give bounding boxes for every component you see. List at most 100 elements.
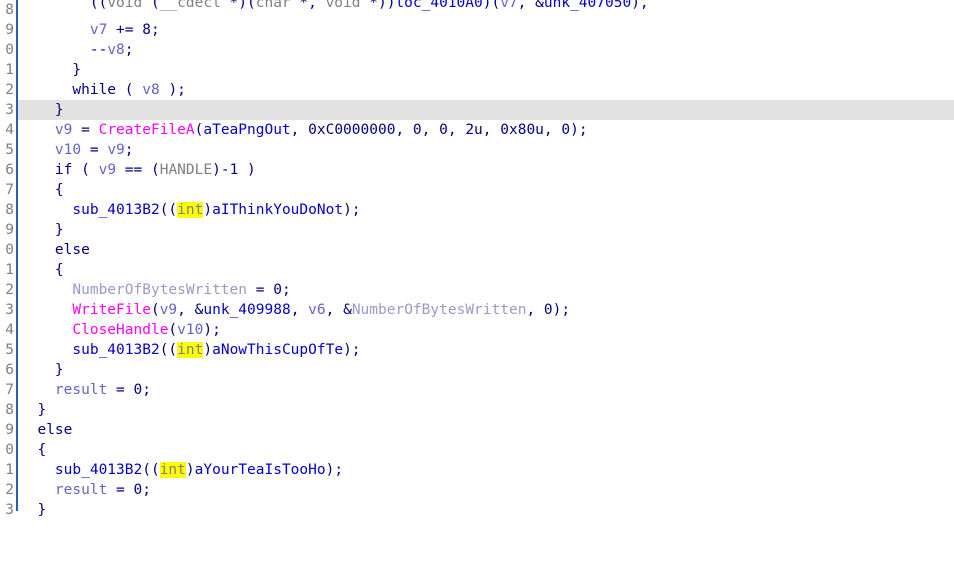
code-token-var[interactable]: NumberOfBytesWritten: [352, 302, 527, 318]
code-token-api[interactable]: CreateFileA: [99, 122, 195, 138]
code-line[interactable]: 9 else: [0, 420, 954, 440]
code-line[interactable]: 7 result = 0;: [0, 380, 954, 400]
code-token: =: [107, 382, 134, 398]
code-token-data[interactable]: unk_407050: [544, 0, 631, 11]
code-token: , &: [177, 302, 204, 318]
code-token: ,: [290, 122, 309, 138]
code-token-var[interactable]: v9: [55, 122, 72, 138]
code-line[interactable]: 1 }: [0, 60, 954, 80]
code-token: }: [20, 402, 47, 418]
code-line[interactable]: 1 {: [0, 260, 954, 280]
selected-token-int[interactable]: int: [159, 462, 186, 478]
code-line[interactable]: 0 {: [0, 440, 954, 460]
code-token-loc[interactable]: loc_4010A0: [395, 0, 482, 11]
code-token: }: [20, 222, 64, 238]
code-token-var[interactable]: v10: [55, 142, 81, 158]
line-number: 1: [5, 262, 14, 278]
line-number: 1: [5, 462, 14, 478]
code-token: ,: [482, 122, 501, 138]
code-line[interactable]: 6 }: [0, 360, 954, 380]
code-line[interactable]: 8 ((void (__cdecl *)(char *, void *))loc…: [0, 0, 954, 20]
selected-token-int[interactable]: int: [177, 342, 204, 358]
code-line[interactable]: 6 if ( v9 == (HANDLE)-1 ): [0, 160, 954, 180]
code-token-sub[interactable]: sub_4013B2: [72, 202, 159, 218]
code-line[interactable]: 9 v7 += 8;: [0, 20, 954, 40]
code-line[interactable]: 0 else: [0, 240, 954, 260]
code-line[interactable]: 2 result = 0;: [0, 480, 954, 500]
code-line[interactable]: 5 sub_4013B2((int)aNowThisCupOfTe);: [0, 340, 954, 360]
code-token-data[interactable]: unk_409988: [203, 302, 290, 318]
code-token: }: [20, 502, 47, 518]
code-token: ),: [631, 0, 649, 11]
code-token-var[interactable]: v8: [107, 42, 124, 58]
code-line[interactable]: 4 v9 = CreateFileA(aTeaPngOut, 0xC000000…: [0, 120, 954, 140]
code-token: ;: [281, 282, 291, 298]
line-text: else: [20, 240, 90, 260]
code-token-string-ref[interactable]: aIThinkYouDoNot: [212, 202, 343, 218]
code-token-var[interactable]: v6: [308, 302, 325, 318]
code-token-type: void: [107, 0, 143, 11]
code-token-var[interactable]: result: [55, 482, 107, 498]
code-token-sub[interactable]: sub_4013B2: [72, 342, 159, 358]
code-token-api[interactable]: CloseHandle: [72, 322, 168, 338]
line-text: sub_4013B2((int)aIThinkYouDoNot);: [20, 200, 361, 220]
selected-token-int[interactable]: int: [177, 202, 204, 218]
line-text: v9 = CreateFileA(aTeaPngOut, 0xC0000000,…: [20, 120, 588, 140]
code-token-num: 8: [142, 22, 151, 38]
code-token-sub[interactable]: sub_4013B2: [55, 462, 142, 478]
code-token: ): [203, 342, 213, 358]
code-token: );: [343, 202, 361, 218]
code-token-num: 0: [561, 122, 571, 138]
code-token-var[interactable]: v9: [160, 302, 177, 318]
code-token-num: 1: [229, 162, 239, 178]
code-line[interactable]: 3 WriteFile(v9, &unk_409988, v6, &Number…: [0, 300, 954, 320]
code-token-num: 0: [273, 282, 282, 298]
code-line[interactable]: 2 NumberOfBytesWritten = 0;: [0, 280, 954, 300]
code-token: );: [570, 122, 588, 138]
code-line[interactable]: 5 v10 = v9;: [0, 140, 954, 160]
code-line[interactable]: 0 --v8;: [0, 40, 954, 60]
code-token-string-ref[interactable]: aTeaPngOut: [203, 122, 290, 138]
pseudocode-view[interactable]: 8 ((void (__cdecl *)(char *, void *))loc…: [0, 0, 954, 518]
code-token: {: [20, 262, 64, 278]
code-token-var[interactable]: v7: [90, 22, 107, 38]
code-line[interactable]: 7 {: [0, 180, 954, 200]
code-token-type: __cdecl: [159, 0, 221, 11]
code-token-string-ref[interactable]: aYourTeaIsTooHo: [195, 462, 326, 478]
code-line[interactable]: 2 while ( v8 );: [0, 80, 954, 100]
code-token-var[interactable]: v9: [107, 142, 124, 158]
line-number: 1: [5, 62, 14, 78]
code-token-var[interactable]: v7: [500, 0, 517, 11]
code-line[interactable]: 8 }: [0, 400, 954, 420]
line-number: 8: [5, 402, 14, 418]
code-token-keyword: else: [54, 242, 90, 258]
code-line[interactable]: 8 sub_4013B2((int)aIThinkYouDoNot);: [0, 200, 954, 220]
code-token-type[interactable]: HANDLE: [160, 162, 212, 178]
code-line[interactable]: 1 sub_4013B2((int)aYourTeaIsTooHo);: [0, 460, 954, 480]
code-token-var[interactable]: v9: [99, 162, 116, 178]
code-token-var[interactable]: v8: [142, 82, 159, 98]
code-line-current[interactable]: 3 }: [0, 100, 954, 120]
code-line[interactable]: 3 }: [0, 500, 954, 520]
code-area[interactable]: 8 ((void (__cdecl *)(char *, void *))loc…: [0, 0, 954, 518]
line-text: }: [20, 500, 46, 520]
line-number: 0: [5, 242, 14, 258]
code-token-api[interactable]: WriteFile: [72, 302, 151, 318]
line-text: result = 0;: [20, 480, 151, 500]
code-token: )-: [212, 162, 230, 178]
code-token-var[interactable]: result: [55, 382, 107, 398]
code-line[interactable]: 9 }: [0, 220, 954, 240]
code-token: , &: [517, 0, 544, 11]
code-token-var[interactable]: v10: [177, 322, 203, 338]
code-token-string-ref[interactable]: aNowThisCupOfTe: [212, 342, 343, 358]
line-number: 8: [5, 202, 14, 218]
code-token-var[interactable]: NumberOfBytesWritten: [72, 282, 247, 298]
code-token: ): [238, 162, 256, 178]
code-token: ;: [142, 482, 151, 498]
code-token: *)(: [220, 0, 256, 11]
code-line[interactable]: 4 CloseHandle(v10);: [0, 320, 954, 340]
